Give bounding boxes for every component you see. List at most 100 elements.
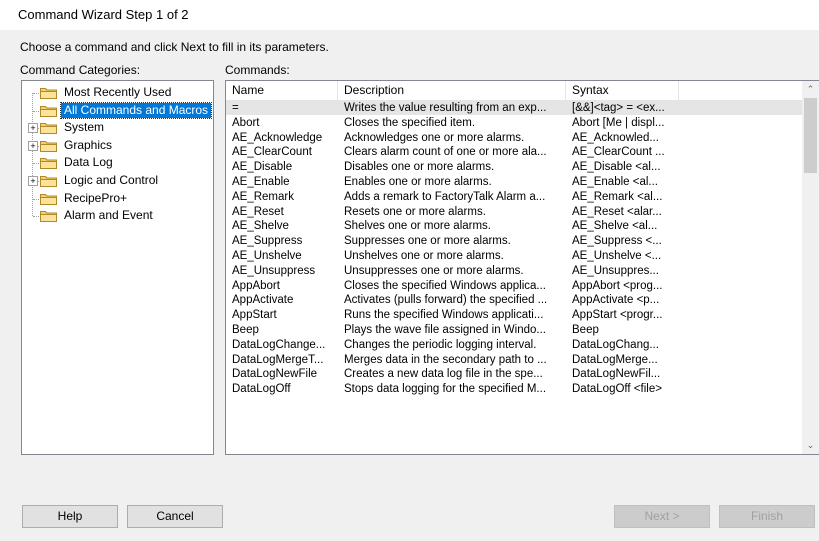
- scroll-thumb[interactable]: [804, 98, 817, 173]
- column-header-description[interactable]: Description: [338, 81, 566, 100]
- command-description-cell: Enables one or more alarms.: [344, 176, 492, 188]
- scroll-up-arrow-icon[interactable]: ⌃: [802, 81, 819, 98]
- command-name-cell: =: [232, 102, 239, 114]
- command-syntax-cell: DataLogNewFil...: [572, 368, 661, 381]
- command-syntax-cell: DataLogChang...: [572, 338, 659, 351]
- folder-icon: [40, 193, 57, 205]
- command-row[interactable]: DataLogMergeT... Merges data in the secon…: [226, 353, 804, 367]
- category-label: Graphics: [64, 137, 113, 152]
- command-name-cell: AppActivate: [232, 294, 294, 307]
- command-row[interactable]: AE_Enable Enables one or more alarms. AE_E…: [226, 175, 804, 189]
- folder-icon: [40, 105, 57, 117]
- expand-icon[interactable]: +: [28, 176, 38, 186]
- folder-icon: [40, 88, 57, 99]
- category-label: Alarm and Event: [64, 208, 153, 223]
- folder-icon: [40, 176, 57, 187]
- command-description-cell: Closes the specified Windows applica...: [344, 279, 546, 292]
- command-description-cell: Merges data in the secondary path to ...: [344, 353, 547, 366]
- categories-label: Command Categories:: [20, 63, 141, 77]
- command-description-cell: Shelves one or more alarms.: [344, 220, 492, 233]
- commands-list[interactable]: Name Description Syntax = Writes the valu…: [225, 80, 819, 455]
- command-name-cell: Abort: [232, 116, 260, 129]
- command-description-cell: Closes the specified item.: [344, 116, 476, 129]
- folder-icon: [40, 140, 57, 152]
- category-item[interactable]: Most Recently Used: [22, 84, 215, 102]
- command-row[interactable]: AppStart Runs the specified Windows appli…: [226, 308, 804, 322]
- folder-icon: [40, 211, 57, 223]
- category-item[interactable]: Data Log: [22, 154, 215, 172]
- command-syntax-cell: AE_Reset <alar...: [572, 205, 662, 218]
- command-row[interactable]: AE_Shelve Shelves one or more alarms. AE_S…: [226, 219, 804, 233]
- category-item[interactable]: Alarm and Event: [22, 207, 215, 225]
- category-label: Most Recently Used: [64, 85, 172, 99]
- command-syntax-cell: AppStart <progr...: [572, 309, 663, 322]
- category-item[interactable]: + Graphics: [22, 137, 215, 155]
- instruction-text: Choose a command and click Next to fill …: [20, 40, 329, 54]
- command-name-cell: AE_Enable: [232, 176, 290, 188]
- command-description-cell: Disables one or more alarms.: [344, 161, 495, 174]
- cancel-button[interactable]: Cancel: [127, 505, 223, 528]
- category-item[interactable]: + System: [22, 119, 215, 137]
- command-syntax-cell: [&&]<tag> = <ex...: [572, 102, 665, 114]
- command-syntax-cell: AE_Unshelve <...: [572, 250, 662, 262]
- command-name-cell: AppStart: [232, 309, 277, 322]
- command-row[interactable]: AppActivate Activates (pulls forward) the…: [226, 293, 804, 307]
- command-syntax-cell: AE_Enable <al...: [572, 176, 658, 188]
- command-name-cell: AppAbort: [232, 279, 280, 292]
- commands-label: Commands:: [225, 63, 290, 77]
- command-syntax-cell: DataLogOff <file>: [572, 383, 662, 396]
- command-row[interactable]: AppAbort Closes the specified Windows app…: [226, 279, 804, 293]
- command-row[interactable]: DataLogOff Stops data logging for the spe…: [226, 382, 804, 396]
- command-row[interactable]: DataLogChange... Changes the periodic log…: [226, 338, 804, 352]
- command-name-cell: AE_Remark: [232, 190, 294, 203]
- command-name-cell: AE_ClearCount: [232, 146, 312, 159]
- command-syntax-cell: DataLogMerge...: [572, 353, 658, 366]
- expand-icon[interactable]: +: [28, 140, 38, 151]
- command-description-cell: Runs the specified Windows applicati...: [344, 309, 544, 322]
- command-name-cell: DataLogNewFile: [232, 368, 318, 381]
- next-button[interactable]: Next >: [614, 505, 710, 528]
- expand-icon[interactable]: +: [28, 123, 38, 134]
- command-description-cell: Stops data logging for the specified M..…: [344, 383, 547, 396]
- command-row[interactable]: Abort Closes the specified item. Abort [Me…: [226, 116, 804, 130]
- command-row[interactable]: AE_Disable Disables one or more alarms. AE…: [226, 160, 804, 174]
- help-button[interactable]: Help: [22, 505, 118, 528]
- command-syntax-cell: AE_Shelve <al...: [572, 220, 658, 233]
- command-description-cell: Plays the wave file assigned in Windo...: [344, 324, 546, 336]
- column-header-empty: [679, 81, 804, 100]
- column-header-syntax[interactable]: Syntax: [566, 81, 679, 100]
- command-syntax-cell: AppAbort <prog...: [572, 279, 663, 292]
- scroll-down-arrow-icon[interactable]: ⌄: [802, 437, 819, 454]
- command-syntax-cell: AE_Remark <al...: [572, 190, 663, 203]
- command-row[interactable]: AE_Acknowledge Acknowledges one or more a…: [226, 131, 804, 145]
- command-row[interactable]: = Writes the value resulting from an exp.…: [226, 101, 804, 115]
- command-syntax-cell: AppActivate <p...: [572, 294, 660, 307]
- category-item[interactable]: RecipePro+: [22, 190, 215, 208]
- command-description-cell: Writes the value resulting from an exp..…: [344, 102, 547, 114]
- command-name-cell: AE_Unsuppress: [232, 264, 316, 277]
- folder-icon: [40, 158, 57, 170]
- command-row[interactable]: AE_ClearCount Clears alarm count of one o…: [226, 145, 804, 159]
- column-header-name[interactable]: Name: [226, 81, 338, 100]
- vertical-scrollbar[interactable]: ⌃ ⌄: [802, 81, 819, 454]
- command-description-cell: Creates a new data log file in the spe..…: [344, 368, 543, 381]
- category-label: All Commands and Macros: [59, 101, 213, 119]
- category-item[interactable]: All Commands and Macros: [22, 101, 215, 120]
- command-row[interactable]: AE_Remark Adds a remark to FactoryTalk Al…: [226, 190, 804, 204]
- category-item[interactable]: + Logic and Control: [22, 172, 215, 190]
- finish-button[interactable]: Finish: [719, 505, 815, 528]
- command-description-cell: Clears alarm count of one or more ala...: [344, 146, 547, 159]
- command-row[interactable]: AE_Suppress Suppresses one or more alarms…: [226, 234, 804, 248]
- command-description-cell: Activates (pulls forward) the specified …: [344, 294, 548, 307]
- command-description-cell: Unshelves one or more alarms.: [344, 250, 504, 262]
- category-tree[interactable]: Most Recently Used All Commands and Macro…: [21, 80, 214, 455]
- command-row[interactable]: AE_Unshelve Unshelves one or more alarms.…: [226, 249, 804, 263]
- command-name-cell: AE_Acknowledge: [232, 131, 323, 144]
- command-syntax-cell: Beep: [572, 324, 599, 336]
- command-row[interactable]: DataLogNewFile Creates a new data log fil…: [226, 367, 804, 381]
- folder-icon: [40, 123, 57, 135]
- command-description-cell: Resets one or more alarms.: [344, 205, 486, 218]
- command-row[interactable]: Beep Plays the wave file assigned in Wind…: [226, 323, 804, 337]
- command-row[interactable]: AE_Reset Resets one or more alarms. AE_Res…: [226, 205, 804, 219]
- command-row[interactable]: AE_Unsuppress Unsuppresses one or more al…: [226, 264, 804, 278]
